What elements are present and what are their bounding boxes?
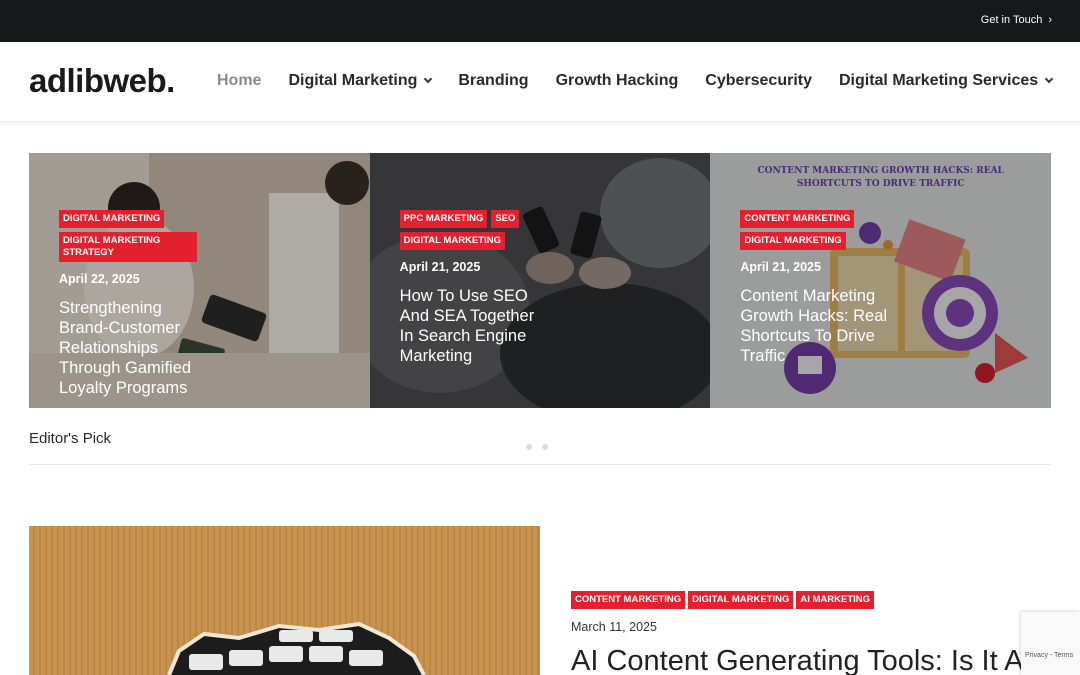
nav-item-branding[interactable]: Branding bbox=[458, 72, 528, 90]
slide-card[interactable]: CONTENT MARKETING GROWTH HACKS: REAL SHO… bbox=[710, 153, 1051, 408]
nav-item-label: Digital Marketing Services bbox=[838, 72, 1039, 89]
chevron-down-icon bbox=[424, 74, 433, 84]
nav-item-label: Digital Marketing bbox=[288, 72, 418, 89]
site-header: adlibweb. Home Digital Marketing Brandin… bbox=[0, 42, 1080, 122]
post-title[interactable]: Strengthening Brand-Customer Relationshi… bbox=[59, 298, 209, 398]
site-logo[interactable]: adlibweb. bbox=[29, 62, 175, 100]
nav-item-cybersecurity[interactable]: Cybersecurity bbox=[705, 72, 812, 90]
post-title[interactable]: How To Use SEO And SEA Together In Searc… bbox=[400, 286, 550, 366]
slide-content: CONTENT MARKETING DIGITAL MARKETING Apri… bbox=[740, 210, 1031, 366]
slide-tags: DIGITAL MARKETING DIGITAL MARKETING STRA… bbox=[59, 210, 199, 262]
featured-post-title[interactable]: AI Content Generating Tools: Is It A bbox=[571, 645, 1031, 675]
featured-image-graphic bbox=[167, 621, 426, 675]
slide-content: PPC MARKETING SEO DIGITAL MARKETING Apri… bbox=[399, 210, 691, 366]
slider-dot[interactable] bbox=[542, 444, 548, 450]
category-tag[interactable]: DIGITAL MARKETING bbox=[59, 210, 165, 228]
nav-item-label: Branding bbox=[458, 72, 529, 89]
category-tag[interactable]: DIGITAL MARKETING bbox=[399, 232, 505, 250]
category-tag[interactable]: CONTENT MARKETING bbox=[740, 210, 855, 228]
slide-tags: CONTENT MARKETING DIGITAL MARKETING bbox=[740, 210, 880, 250]
nav-item-digital-marketing[interactable]: Digital Marketing bbox=[288, 72, 433, 90]
slide-tags: PPC MARKETING SEO DIGITAL MARKETING bbox=[399, 210, 540, 250]
category-tag[interactable]: DIGITAL MARKETING bbox=[688, 591, 794, 609]
section-divider bbox=[29, 464, 1051, 465]
top-bar: Get in Touch › bbox=[0, 0, 1080, 42]
category-tag[interactable]: AI MARKETING bbox=[796, 591, 875, 609]
slide-card[interactable]: PPC MARKETING SEO DIGITAL MARKETING Apri… bbox=[369, 153, 711, 408]
main-nav: Home Digital Marketing Branding Growth H… bbox=[217, 72, 1080, 90]
slider-pagination bbox=[526, 444, 548, 450]
get-in-touch-label: Get in Touch bbox=[980, 14, 1043, 26]
post-date: April 22, 2025 bbox=[59, 272, 140, 286]
recaptcha-privacy-terms[interactable]: Privacy - Terms bbox=[1025, 652, 1073, 659]
category-tag[interactable]: SEO bbox=[491, 210, 520, 228]
slide-card[interactable]: DIGITAL MARKETING DIGITAL MARKETING STRA… bbox=[29, 153, 370, 408]
nav-item-digital-marketing-services[interactable]: Digital Marketing Services bbox=[838, 72, 1054, 90]
nav-item-label: Growth Hacking bbox=[555, 72, 679, 89]
image-title-text: CONTENT MARKETING GROWTH HACKS: REAL SHO… bbox=[757, 166, 1004, 189]
post-date: April 21, 2025 bbox=[399, 260, 481, 274]
slider-dot[interactable] bbox=[526, 444, 532, 450]
category-tag[interactable]: CONTENT MARKETING bbox=[571, 591, 686, 609]
post-date: April 21, 2025 bbox=[740, 260, 821, 274]
featured-post-image[interactable] bbox=[29, 526, 540, 675]
nav-item-growth-hacking[interactable]: Growth Hacking bbox=[556, 72, 679, 90]
chevron-down-icon bbox=[1044, 74, 1054, 84]
slide-content: DIGITAL MARKETING DIGITAL MARKETING STRA… bbox=[59, 210, 350, 398]
get-in-touch-link[interactable]: Get in Touch › bbox=[981, 14, 1052, 26]
featured-post-tags: CONTENT MARKETING DIGITAL MARKETING AI M… bbox=[571, 591, 875, 609]
nav-item-label: Home bbox=[217, 72, 262, 89]
nav-item-home[interactable]: Home bbox=[217, 72, 261, 90]
recaptcha-badge[interactable]: Privacy - Terms bbox=[1021, 612, 1080, 675]
nav-item-label: Cybersecurity bbox=[705, 72, 812, 89]
post-title[interactable]: Content Marketing Growth Hacks: Real Sho… bbox=[740, 286, 890, 366]
section-heading-editors-pick: Editor's Pick bbox=[29, 430, 112, 447]
chevron-right-icon: › bbox=[1048, 14, 1052, 26]
featured-post-date: March 11, 2025 bbox=[571, 620, 657, 634]
category-tag[interactable]: DIGITAL MARKETING bbox=[740, 232, 846, 250]
featured-slider: DIGITAL MARKETING DIGITAL MARKETING STRA… bbox=[29, 153, 1051, 408]
category-tag[interactable]: DIGITAL MARKETING STRATEGY bbox=[59, 232, 197, 262]
category-tag[interactable]: PPC MARKETING bbox=[399, 210, 488, 228]
